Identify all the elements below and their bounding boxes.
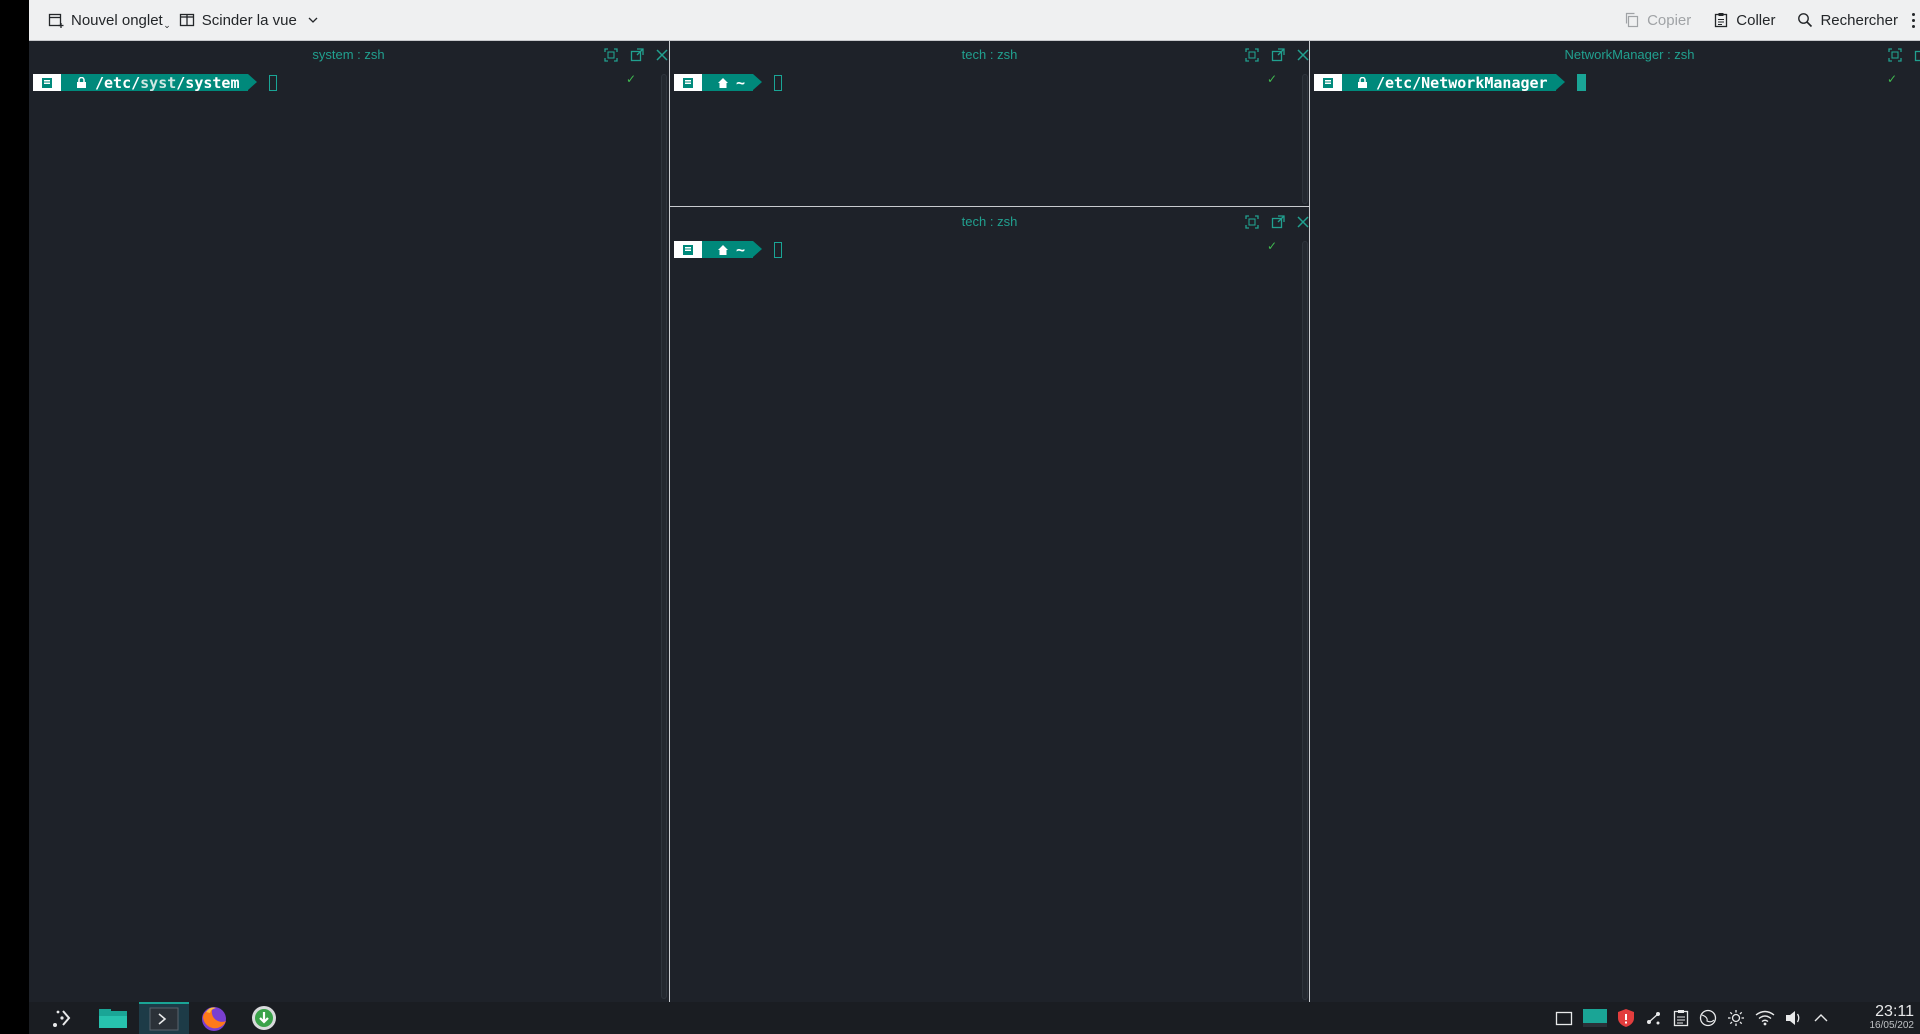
- firefox-icon[interactable]: [195, 1002, 233, 1034]
- network-globe-icon[interactable]: [1699, 1009, 1717, 1032]
- new-tab-icon: [48, 13, 64, 28]
- status-check-icon: ✓: [625, 72, 636, 86]
- lock-icon: [1358, 74, 1367, 92]
- pane-title: NetworkManager : zsh: [1564, 47, 1695, 62]
- security-icon[interactable]: [1617, 1008, 1635, 1033]
- maximize-pane-icon[interactable]: [604, 47, 618, 62]
- prompt-path-prefix: /etc/: [95, 73, 141, 92]
- file-manager-icon[interactable]: [94, 1002, 132, 1034]
- split-view-button[interactable]: Scinder la vue: [171, 0, 328, 40]
- pane-title: tech : zsh: [961, 214, 1018, 229]
- terminal-pane-tech-top[interactable]: tech : zsh ~ ✓: [670, 41, 1309, 206]
- new-tab-button[interactable]: Nouvel onglet ⌄: [40, 0, 171, 40]
- copy-icon: [1625, 12, 1639, 28]
- maximize-pane-icon[interactable]: [1245, 214, 1259, 229]
- kde-connect-icon[interactable]: [1645, 1009, 1663, 1032]
- detach-pane-icon[interactable]: [1914, 48, 1920, 62]
- clipboard-icon[interactable]: [1673, 1009, 1689, 1032]
- paste-icon: [1715, 13, 1728, 28]
- text-cursor: [774, 74, 783, 91]
- maximize-pane-icon[interactable]: [1888, 47, 1902, 62]
- close-pane-icon[interactable]: [656, 48, 668, 61]
- copy-button[interactable]: Copier: [1616, 0, 1699, 40]
- status-check-icon: ✓: [1266, 72, 1277, 86]
- prompt-path-segment: /etc/NetworkManager: [1342, 73, 1565, 92]
- taskbar: [29, 1002, 1920, 1034]
- brightness-icon[interactable]: [1727, 1009, 1745, 1032]
- konsole-icon[interactable]: [139, 1002, 189, 1034]
- system-tray: [1555, 1006, 1829, 1034]
- status-check-icon: ✓: [1266, 239, 1277, 253]
- terminal-pane-system[interactable]: system : zsh /etc/syst/system ✓: [29, 41, 668, 1002]
- close-pane-icon[interactable]: [1297, 215, 1309, 228]
- pane-controls: [1888, 41, 1920, 68]
- chevron-down-icon[interactable]: [306, 13, 320, 27]
- maximize-pane-icon[interactable]: [1245, 47, 1259, 62]
- split-view-icon: [179, 13, 194, 27]
- search-button[interactable]: Rechercher: [1789, 0, 1906, 40]
- split-view-label: Scinder la vue: [201, 11, 297, 29]
- wifi-icon[interactable]: [1755, 1010, 1775, 1031]
- os-icon: [1314, 74, 1351, 91]
- volume-icon[interactable]: [1785, 1010, 1803, 1031]
- prompt-path-middle: syst: [140, 73, 177, 92]
- show-desktop-icon[interactable]: [1555, 1010, 1573, 1031]
- text-cursor: [1576, 74, 1586, 91]
- text-cursor: [774, 241, 783, 258]
- status-check-icon: ✓: [1886, 72, 1897, 86]
- paste-button[interactable]: Coller: [1705, 0, 1783, 40]
- os-icon: [33, 74, 70, 91]
- pane-controls: [604, 41, 668, 68]
- konsole-toolbar: Nouvel onglet ⌄ Scinder la vue Copier Co…: [29, 0, 1920, 41]
- pane-divider-horizontal[interactable]: [670, 206, 1309, 207]
- home-icon: [718, 74, 728, 92]
- close-pane-icon[interactable]: [1297, 48, 1309, 61]
- copy-label: Copier: [1647, 11, 1692, 29]
- scrollbar[interactable]: [661, 74, 667, 999]
- prompt-path-suffix: /system: [176, 73, 240, 92]
- detach-pane-icon[interactable]: [630, 47, 644, 62]
- search-label: Rechercher: [1820, 11, 1898, 29]
- pane-title: system : zsh: [312, 47, 385, 62]
- clock-time: 23:11: [1875, 1003, 1914, 1020]
- prompt-path-segment: /etc/syst/system: [61, 73, 256, 92]
- home-icon: [718, 241, 728, 259]
- new-tab-label: Nouvel onglet: [71, 11, 163, 29]
- pane-title: tech : zsh: [961, 47, 1018, 62]
- shell-prompt: /etc/syst/system: [33, 73, 277, 92]
- clock[interactable]: 23:11 16/05/202: [1870, 1004, 1915, 1032]
- shell-prompt: ~: [674, 240, 783, 259]
- left-edge-strip: [0, 0, 31, 1034]
- prompt-path: ~: [736, 73, 746, 92]
- expand-tray-icon[interactable]: [1813, 1011, 1829, 1029]
- app-launcher-icon[interactable]: [45, 1002, 79, 1034]
- shell-prompt: /etc/NetworkManager: [1314, 73, 1586, 92]
- prompt-path: /etc/NetworkManager: [1376, 73, 1548, 92]
- paste-label: Coller: [1736, 11, 1776, 29]
- virtual-desktop-icon[interactable]: [1583, 1008, 1607, 1032]
- download-icon[interactable]: [247, 1002, 281, 1034]
- prompt-path-segment: ~: [702, 73, 763, 92]
- new-tab-dropdown-indicator: ⌄: [163, 20, 171, 30]
- prompt-path: ~: [736, 240, 746, 259]
- more-menu-icon[interactable]: [1906, 12, 1920, 28]
- lock-icon: [77, 74, 86, 92]
- shell-prompt: ~: [674, 73, 783, 92]
- os-icon: [674, 74, 711, 91]
- text-cursor: [268, 74, 277, 91]
- search-icon: [1798, 13, 1813, 28]
- terminal-pane-tech-bottom[interactable]: tech : zsh ~ ✓: [670, 208, 1309, 1002]
- scrollbar[interactable]: [1302, 74, 1308, 204]
- detach-pane-icon[interactable]: [1271, 214, 1285, 229]
- terminal-pane-networkmanager[interactable]: NetworkManager : zsh /etc/NetworkManager…: [1310, 41, 1920, 1002]
- clock-date: 16/05/202: [1869, 1020, 1915, 1031]
- prompt-path-segment: ~: [702, 240, 763, 259]
- detach-pane-icon[interactable]: [1271, 47, 1285, 62]
- scrollbar[interactable]: [1302, 241, 1308, 1000]
- pane-controls: [1245, 41, 1309, 68]
- os-icon: [674, 241, 711, 258]
- pane-controls: [1245, 208, 1309, 235]
